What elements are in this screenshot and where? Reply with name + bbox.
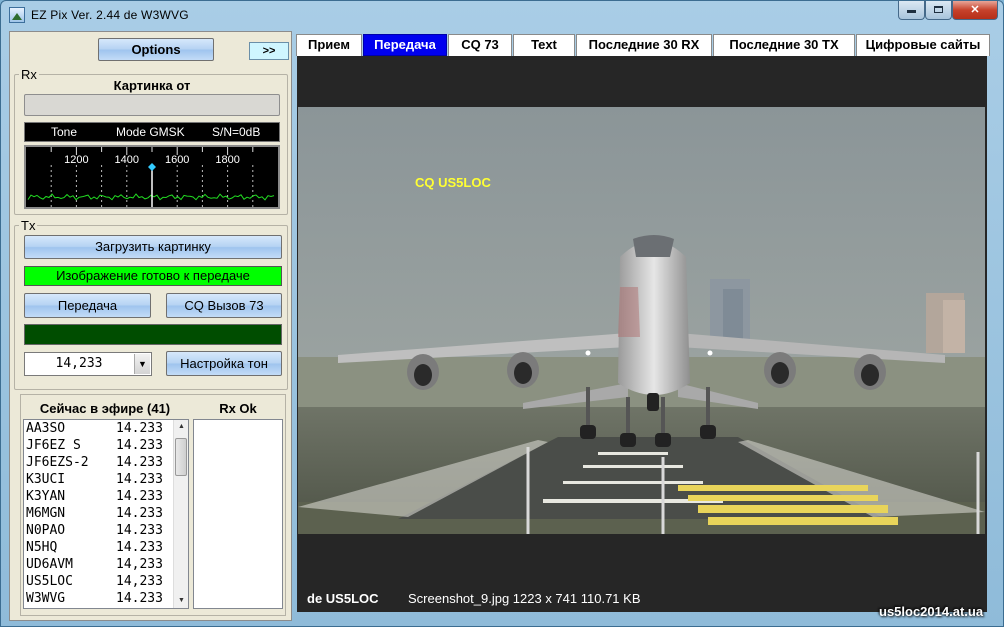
station-row[interactable]: UD6AVM 14,233 <box>26 556 174 573</box>
station-callsign: N5HQ <box>26 540 58 555</box>
app-picture-icon <box>9 7 25 23</box>
spectrum-svg: 1200 1400 1600 1800 <box>27 147 275 207</box>
rx-content: Картинка от Tone Mode GMSK S/N=0dB 1200 1… <box>18 74 286 214</box>
station-frequency: 14,233 <box>116 557 163 572</box>
station-callsign: K3YAN <box>26 489 66 504</box>
tx-group-label: Tx <box>21 218 36 233</box>
station-callsign: K3UCI <box>26 472 66 487</box>
spectrum-tick-label: 1200 <box>64 154 88 166</box>
station-frequency: 14.233 <box>116 540 163 555</box>
station-row[interactable]: N0PAO 14.233 <box>26 522 174 539</box>
rx-status-bar: Tone Mode GMSK S/N=0dB <box>24 122 280 142</box>
tab-5[interactable]: Последние 30 TX <box>713 34 855 56</box>
airplane-picture <box>298 107 985 534</box>
cq-call-button[interactable]: CQ Вызов 73 <box>166 293 282 318</box>
options-button[interactable]: Options <box>98 38 214 61</box>
ready-status: Изображение готово к передаче <box>24 266 282 286</box>
title-bar[interactable]: EZ Pix Ver. 2.44 de W3WVG ✕ <box>1 1 1003 29</box>
picture-overlay-text: CQ US5LOC <box>415 175 491 190</box>
tab-0[interactable]: Прием <box>296 34 362 56</box>
station-callsign: AA3SO <box>26 421 66 436</box>
station-row[interactable]: M6MGN 14.233 <box>26 505 174 522</box>
on-air-title: Сейчас в эфире (41) <box>39 401 171 416</box>
rx-ok-list[interactable] <box>193 419 283 609</box>
minimize-icon <box>907 10 916 13</box>
station-callsign: UD6AVM <box>26 557 73 572</box>
station-row[interactable]: JF6EZ S 14.233 <box>26 437 174 454</box>
info-callsign: de US5LOC <box>307 591 379 606</box>
tx-progress-bar <box>24 324 282 345</box>
minimize-button[interactable] <box>898 1 925 20</box>
tab-2[interactable]: CQ 73 <box>448 34 512 56</box>
station-callsign: N0PAO <box>26 523 66 538</box>
station-row[interactable]: US5LOC 14,233 <box>26 573 174 590</box>
tab-strip: Прием Передача CQ 73 Text Последние 30 RX Пос… <box>296 34 990 56</box>
station-frequency: 14.233 <box>116 421 163 436</box>
maximize-button[interactable] <box>925 1 952 20</box>
info-file-details: Screenshot_9.jpg 1223 x 741 110.71 KB <box>408 591 641 606</box>
mode-label: Mode GMSK <box>116 125 185 139</box>
station-frequency: 14.233 <box>116 438 163 453</box>
station-callsign: M6MGN <box>26 506 66 521</box>
tab-4[interactable]: Последние 30 RX <box>576 34 712 56</box>
station-frequency: 14.233 <box>116 489 163 504</box>
on-air-panel: Сейчас в эфире (41) Rx Ok AA3SO 14.233 JF6… <box>20 394 286 616</box>
scroll-thumb[interactable] <box>175 438 187 476</box>
tab-6[interactable]: Цифровые сайты <box>856 34 990 56</box>
station-rows: AA3SO 14.233 JF6EZ S 14.233 JF6EZS-2 14.233 K3… <box>26 420 174 607</box>
tune-button[interactable]: Настройка тон <box>166 351 282 376</box>
load-picture-button[interactable]: Загрузить картинку <box>24 235 282 259</box>
frequency-select[interactable]: 14,233 ▼ <box>24 352 152 376</box>
chevron-down-icon[interactable]: ▼ <box>134 354 150 374</box>
station-row[interactable]: AA3SO 14.233 <box>26 420 174 437</box>
left-panel: Options >> Rx Картинка от Tone Mode GMSK… <box>9 31 292 621</box>
window-title: EZ Pix Ver. 2.44 de W3WVG <box>31 8 189 22</box>
tone-marker-diamond[interactable] <box>148 163 156 171</box>
transmit-picture: CQ US5LOC <box>298 107 985 534</box>
picture-from-label: Картинка от <box>113 78 191 93</box>
station-frequency: 14.233 <box>116 472 163 487</box>
frequency-value: 14,233 <box>55 356 103 371</box>
station-callsign: W3WVG <box>26 591 66 606</box>
station-row[interactable]: JF6EZS-2 14.233 <box>26 454 174 471</box>
tab-1[interactable]: Передача <box>363 34 447 56</box>
app-window: EZ Pix Ver. 2.44 de W3WVG ✕ Options >> R… <box>0 0 1004 627</box>
station-frequency: 14,233 <box>116 574 163 589</box>
sender-field <box>24 94 280 116</box>
station-callsign: JF6EZ S <box>26 438 81 453</box>
station-list-scrollbar[interactable]: ▲ ▼ <box>173 420 188 608</box>
rx-ok-title: Rx Ok <box>219 401 257 416</box>
spectrum-tick-label: 1400 <box>115 154 139 166</box>
spectrum-display[interactable]: 1200 1400 1600 1800 <box>24 145 280 209</box>
close-button[interactable]: ✕ <box>952 1 998 20</box>
expand-button[interactable]: >> <box>249 42 289 60</box>
scroll-up-icon[interactable]: ▲ <box>174 420 188 434</box>
scroll-down-icon[interactable]: ▼ <box>174 594 188 608</box>
station-list[interactable]: AA3SO 14.233 JF6EZ S 14.233 JF6EZS-2 14.233 K3… <box>23 419 189 609</box>
station-row[interactable]: K3UCI 14.233 <box>26 471 174 488</box>
station-frequency: 14.233 <box>116 455 163 470</box>
station-row[interactable]: K3YAN 14.233 <box>26 488 174 505</box>
image-panel: CQ US5LOC de US5LOC Screenshot_9.jpg 122… <box>297 56 987 612</box>
spectrum-tick-label: 1600 <box>165 154 189 166</box>
close-icon: ✕ <box>970 4 980 16</box>
station-frequency: 14.233 <box>116 523 163 538</box>
maximize-icon <box>934 6 943 13</box>
tone-label: Tone <box>51 125 78 139</box>
spectrum-trace <box>27 193 275 201</box>
station-frequency: 14.233 <box>116 591 163 606</box>
tab-3[interactable]: Text <box>513 34 575 56</box>
station-row[interactable]: W3WVG 14.233 <box>26 590 174 607</box>
watermark: us5loc2014.at.ua <box>879 604 984 619</box>
transmit-button[interactable]: Передача <box>24 293 151 318</box>
station-row[interactable]: N5HQ 14.233 <box>26 539 174 556</box>
snr-label: S/N=0dB <box>212 125 261 139</box>
station-callsign: JF6EZS-2 <box>26 455 89 470</box>
station-callsign: US5LOC <box>26 574 73 589</box>
station-frequency: 14.233 <box>116 506 163 521</box>
spectrum-tick-label: 1800 <box>215 154 239 166</box>
